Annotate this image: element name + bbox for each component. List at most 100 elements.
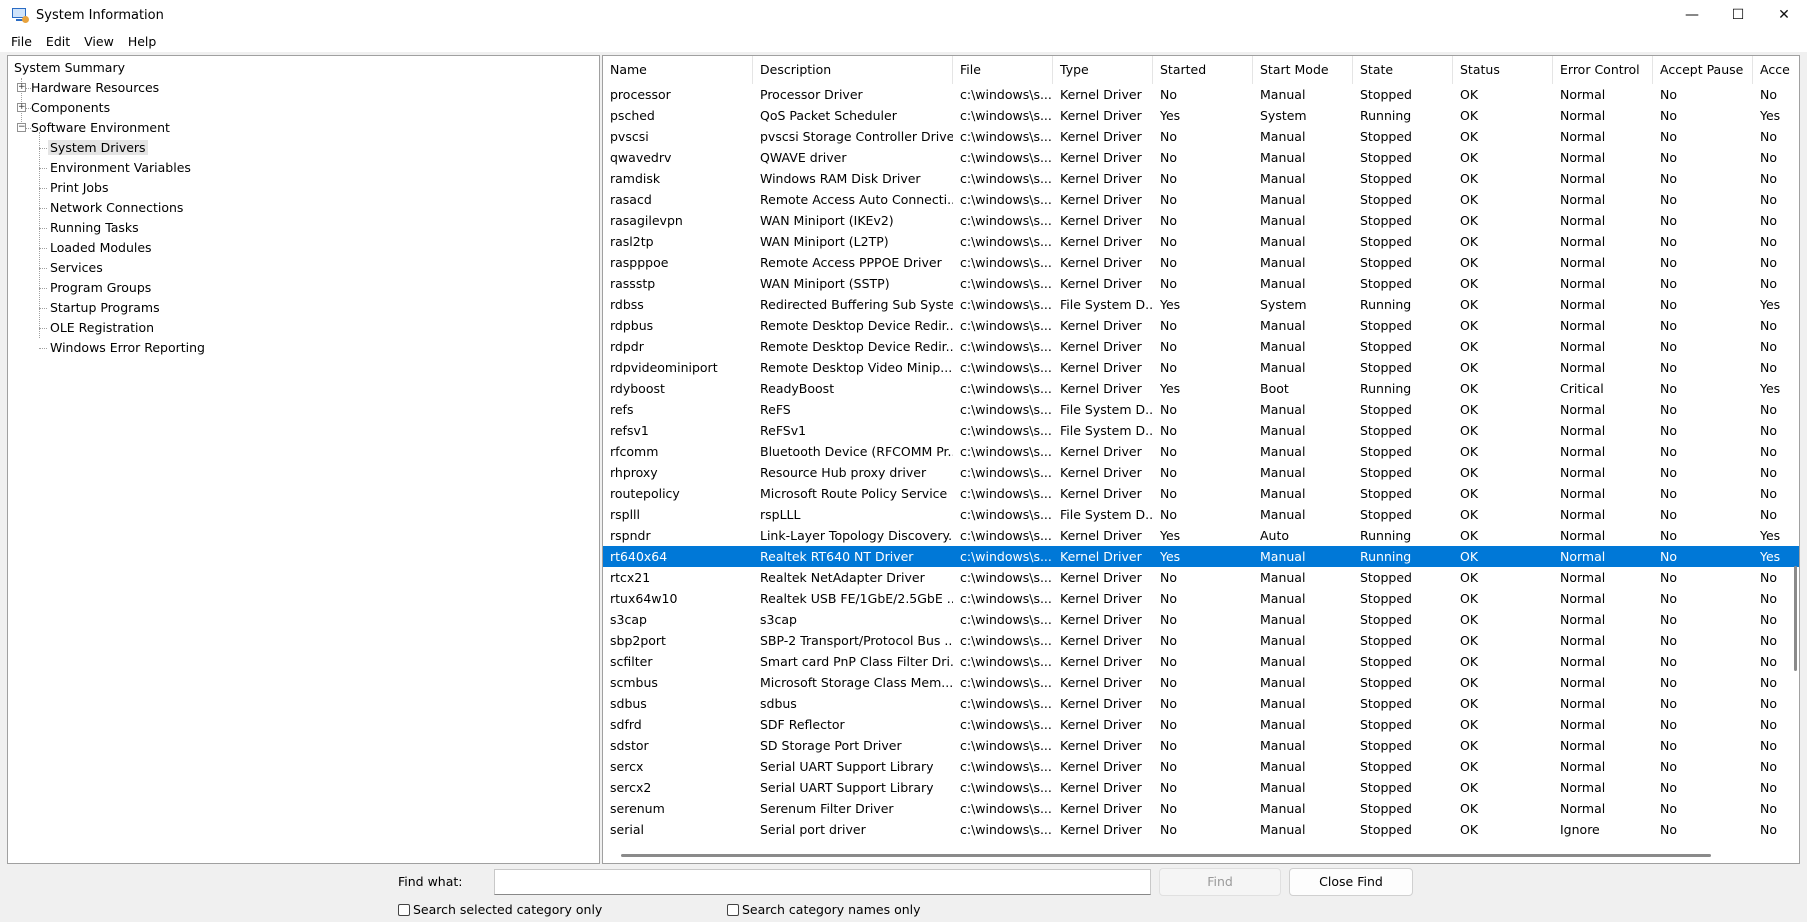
table-row[interactable]: rasagilevpn WAN Miniport (IKEv2) c:\window… [603,210,1799,231]
expand-collapse-icon[interactable]: + [17,83,26,92]
table-row[interactable]: rspndr Link-Layer Topology Discovery... c:… [603,525,1799,546]
table-row[interactable]: rdbss Redirected Buffering Sub Syste... c:… [603,294,1799,315]
table-row[interactable]: sercx Serial UART Support Library c:\windo… [603,756,1799,777]
table-row[interactable]: serenum Serenum Filter Driver c:\windows\s… [603,798,1799,819]
cell-started: No [1160,150,1177,165]
tree-item-program-groups[interactable]: Program Groups [48,278,153,298]
vertical-scrollbar[interactable] [1794,566,1797,671]
cell-start-mode: Manual [1260,486,1306,501]
tree-item-windows-error-reporting[interactable]: Windows Error Reporting [48,338,207,358]
tree-item-ole-registration[interactable]: OLE Registration [48,318,156,338]
table-row[interactable]: processor Processor Driver c:\windows\s...… [603,84,1799,105]
table-row[interactable]: rtux64w10 Realtek USB FE/1GbE/2.5GbE ... c… [603,588,1799,609]
cell-type: Kernel Driver [1060,444,1142,459]
table-row[interactable]: rhproxy Resource Hub proxy driver c:\windo… [603,462,1799,483]
menu-help[interactable]: Help [121,34,164,49]
cell-type: Kernel Driver [1060,780,1142,795]
menu-file[interactable]: File [4,34,39,49]
tree-item-environment-variables[interactable]: Environment Variables [48,158,193,178]
find-button[interactable]: Find [1159,868,1281,896]
table-row[interactable]: qwavedrv QWAVE driver c:\windows\s... Kerne… [603,147,1799,168]
cell-name: refsv1 [610,423,649,438]
tree-item-software-environment[interactable]: Software Environment [29,118,172,138]
menu-edit[interactable]: Edit [39,34,77,49]
table-row[interactable]: rassstp WAN Miniport (SSTP) c:\windows\s..… [603,273,1799,294]
column-header-description[interactable]: Description [753,56,953,84]
table-row[interactable]: sercx2 Serial UART Support Library c:\wind… [603,777,1799,798]
expand-collapse-icon[interactable]: − [17,123,26,132]
column-header-error-control[interactable]: Error Control [1553,56,1653,84]
cell-accept-pause: No [1660,780,1677,795]
table-row[interactable]: sdbus sdbus c:\windows\s... Kernel Driver No… [603,693,1799,714]
checkbox-box[interactable] [398,903,410,916]
horizontal-scrollbar[interactable] [621,854,1711,857]
table-row[interactable]: scmbus Microsoft Storage Class Mem... c:\w… [603,672,1799,693]
table-row[interactable]: rdpvideominiport Remote Desktop Video Min… [603,357,1799,378]
cell-accept-stop: No [1760,402,1777,417]
table-row[interactable]: scfilter Smart card PnP Class Filter Dri.… [603,651,1799,672]
cell-file: c:\windows\s... [960,528,1052,543]
cell-accept-stop: No [1760,654,1777,669]
column-header-started[interactable]: Started [1153,56,1253,84]
column-header-file[interactable]: File [953,56,1053,84]
details-list[interactable]: Name Description File Type Started Start Mode… [602,55,1800,864]
cell-name: psched [610,108,655,123]
close-button[interactable]: ✕ [1761,0,1807,30]
column-header-type[interactable]: Type [1053,56,1153,84]
expand-collapse-icon[interactable]: + [17,103,26,112]
table-row[interactable]: refsv1 ReFSv1 c:\windows\s... File System D… [603,420,1799,441]
table-row[interactable]: rasl2tp WAN Miniport (L2TP) c:\windows\s..… [603,231,1799,252]
cell-file: c:\windows\s... [960,213,1052,228]
cell-start-mode: Manual [1260,360,1306,375]
cell-started: No [1160,339,1177,354]
table-row[interactable]: rdpbus Remote Desktop Device Redir... c:\w… [603,315,1799,336]
table-row[interactable]: ramdisk Windows RAM Disk Driver c:\windows… [603,168,1799,189]
cell-status: OK [1460,507,1479,522]
tree-item-print-jobs[interactable]: Print Jobs [48,178,111,198]
menu-view[interactable]: View [77,34,121,49]
maximize-button[interactable]: ☐ [1715,0,1761,30]
search-selected-category-checkbox[interactable]: Search selected category only [398,902,602,917]
cell-start-mode: Manual [1260,150,1306,165]
table-row[interactable]: sbp2port SBP-2 Transport/Protocol Bus ...… [603,630,1799,651]
search-category-names-checkbox[interactable]: Search category names only [727,902,921,917]
table-row[interactable]: refs ReFS c:\windows\s... File System D... N… [603,399,1799,420]
tree-item-loaded-modules[interactable]: Loaded Modules [48,238,154,258]
cell-error-control: Normal [1560,213,1606,228]
tree-item-startup-programs[interactable]: Startup Programs [48,298,162,318]
tree-item-network-connections[interactable]: Network Connections [48,198,185,218]
table-row[interactable]: rsplll rspLLL c:\windows\s... File System D… [603,504,1799,525]
table-row[interactable]: routepolicy Microsoft Route Policy Servic… [603,483,1799,504]
column-header-state[interactable]: State [1353,56,1453,84]
table-row[interactable]: rtcx21 Realtek NetAdapter Driver c:\window… [603,567,1799,588]
checkbox-box[interactable] [727,903,739,916]
tree-item-services[interactable]: Services [48,258,105,278]
table-row[interactable]: sdfrd SDF Reflector c:\windows\s... Kernel … [603,714,1799,735]
table-row[interactable]: rdyboost ReadyBoost c:\windows\s... Kernel … [603,378,1799,399]
tree-item-system-summary[interactable]: System Summary [12,58,127,78]
tree-item-components[interactable]: Components [29,98,112,118]
table-row[interactable]: psched QoS Packet Scheduler c:\windows\s..… [603,105,1799,126]
tree-item-system-drivers[interactable]: System Drivers [48,138,148,158]
column-header-accept-stop[interactable]: Acce [1753,56,1799,84]
table-row[interactable]: serial Serial port driver c:\windows\s... K… [603,819,1799,840]
column-header-start-mode[interactable]: Start Mode [1253,56,1353,84]
table-row[interactable]: s3cap s3cap c:\windows\s... Kernel Driver No… [603,609,1799,630]
table-row[interactable]: rasacd Remote Access Auto Connecti... c:\w… [603,189,1799,210]
table-row[interactable]: rt640x64 Realtek RT640 NT Driver c:\window… [603,546,1799,567]
cell-start-mode: Manual [1260,192,1306,207]
column-header-name[interactable]: Name [603,56,753,84]
table-row[interactable]: pvscsi pvscsi Storage Controller Driver c:… [603,126,1799,147]
tree-item-running-tasks[interactable]: Running Tasks [48,218,141,238]
table-row[interactable]: sdstor SD Storage Port Driver c:\windows\s… [603,735,1799,756]
column-header-status[interactable]: Status [1453,56,1553,84]
column-header-accept-pause[interactable]: Accept Pause [1653,56,1753,84]
find-what-input[interactable] [494,869,1151,895]
tree-item-hardware-resources[interactable]: Hardware Resources [29,78,161,98]
table-row[interactable]: rfcomm Bluetooth Device (RFCOMM Pr... c:\w… [603,441,1799,462]
minimize-button[interactable]: — [1669,0,1715,30]
table-row[interactable]: raspppoe Remote Access PPPOE Driver c:\win… [603,252,1799,273]
close-find-button[interactable]: Close Find [1289,868,1413,896]
table-row[interactable]: rdpdr Remote Desktop Device Redir... c:\wi… [603,336,1799,357]
category-tree[interactable]: System Summary + Hardware Resources + Compon… [7,55,600,864]
